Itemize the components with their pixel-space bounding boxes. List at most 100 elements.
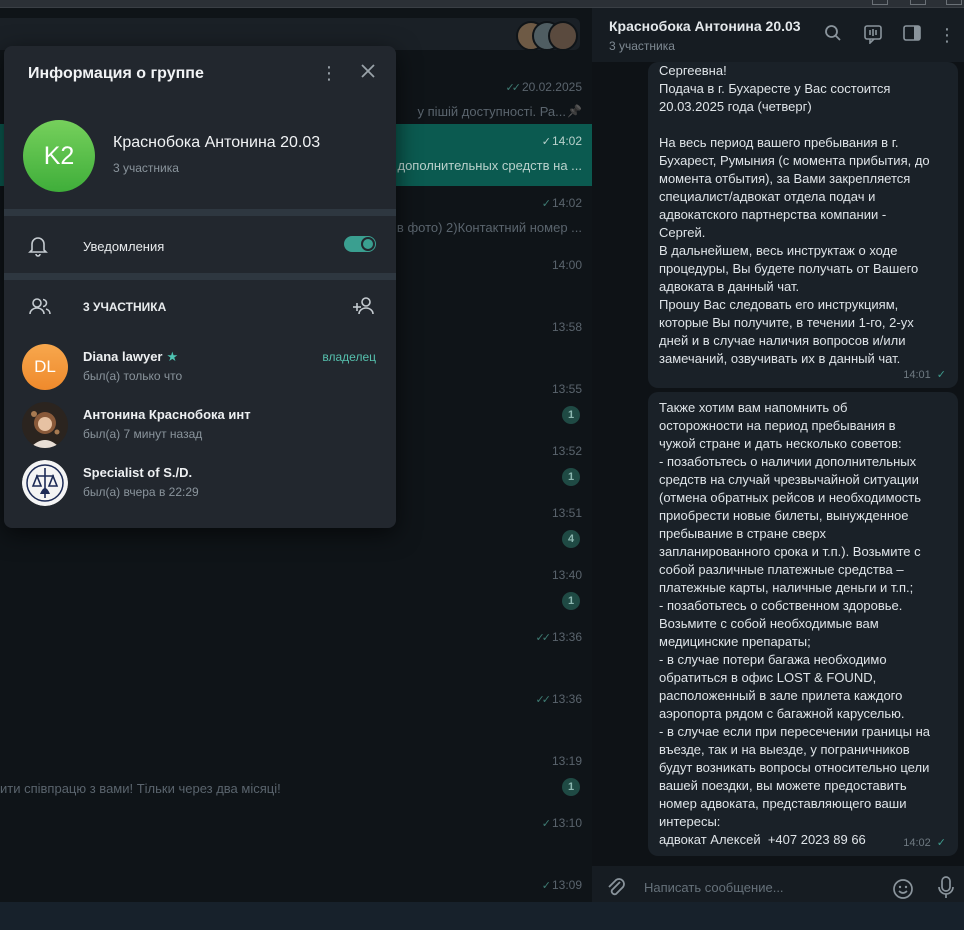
divider: [4, 209, 396, 216]
maximize-icon[interactable]: [910, 0, 926, 5]
video-chat-icon[interactable]: [862, 24, 884, 46]
chat-header[interactable]: Краснобока Антонина 20.03 3 участника ⋮: [592, 8, 964, 62]
check-icon: ✓: [541, 818, 551, 830]
chat-time-text: 13:19: [551, 754, 582, 768]
story-avatar[interactable]: [548, 21, 578, 51]
chat-preview: в фото) 2)Контактний номер ...: [396, 220, 582, 235]
emoji-icon[interactable]: [892, 878, 914, 905]
chat-time-text: 13:51: [551, 506, 582, 520]
member-status: был(а) только что: [83, 369, 183, 383]
more-vertical-icon[interactable]: ⋮: [320, 63, 338, 83]
chat-time-text: 13:40: [551, 568, 582, 582]
chat-time: ✓ 13:09: [542, 878, 582, 892]
member-status: был(а) вчера в 22:29: [83, 485, 199, 499]
chat-time: 14:00: [552, 258, 582, 272]
search-icon[interactable]: [822, 24, 844, 46]
attach-icon[interactable]: [606, 876, 626, 904]
message-bubble[interactable]: Также хотим вам напомнить об осторожност…: [648, 392, 958, 856]
double-check-icon: ✓✓: [505, 82, 522, 94]
unread-badge: 1: [562, 406, 580, 424]
double-check-icon: ✓✓: [535, 694, 552, 706]
unread-badge: 1: [562, 468, 580, 486]
chat-preview: дополнительных средств на ...: [397, 158, 582, 173]
notifications-toggle[interactable]: [344, 236, 376, 252]
check-icon: ✓: [541, 880, 551, 892]
chat-time: ✓✓ 13:36: [536, 692, 582, 706]
avatar[interactable]: [22, 402, 68, 448]
chat-list-item[interactable]: ✓ 13:10: [0, 806, 592, 868]
member-row[interactable]: Антонина Краснобока инт был(а) 7 минут н…: [4, 402, 396, 458]
chat-time: 13:58: [552, 320, 582, 334]
message-text: Также хотим вам напомнить об осторожност…: [659, 400, 931, 847]
member-row[interactable]: Specialist of S./D. был(а) вчера в 22:29: [4, 460, 396, 516]
chat-time: 13:52: [552, 444, 582, 458]
chat-time: ✓✓ 13:36: [536, 630, 582, 644]
chat-time-text: 14:02: [551, 196, 582, 210]
message-meta: 14:01 ✓: [903, 366, 946, 384]
members-icon: [28, 296, 52, 318]
chat-time-text: 13:52: [551, 444, 582, 458]
member-role: владелец: [322, 350, 376, 364]
pin-icon: 📌: [567, 104, 582, 118]
chat-list-item[interactable]: ✓ 13:09: [0, 868, 592, 930]
check-icon: ✓: [541, 198, 551, 210]
chat-time-text: 14:00: [551, 258, 582, 272]
group-name: Краснобока Антонина 20.03: [113, 134, 321, 151]
chat-time: ✓ 14:02: [542, 196, 582, 210]
chat-list-item[interactable]: 13:19 1: [0, 744, 592, 806]
avatar[interactable]: [22, 460, 68, 506]
chat-time-text: 13:10: [551, 816, 582, 830]
divider: [4, 273, 396, 280]
chat-time-text: 13:36: [551, 692, 582, 706]
group-avatar[interactable]: K2: [23, 120, 95, 192]
stories-avatars[interactable]: [516, 20, 578, 51]
minimize-icon[interactable]: [872, 0, 888, 5]
dialog-title: Информация о группе: [28, 65, 204, 82]
member-name: Diana lawyer: [83, 349, 163, 364]
member-status: был(а) 7 минут назад: [83, 427, 203, 441]
chat-time: 13:40: [552, 568, 582, 582]
chat-time: 13:19: [552, 754, 582, 768]
close-window-icon[interactable]: [946, 0, 962, 5]
chat-title[interactable]: Краснобока Антонина 20.03: [609, 18, 801, 34]
chat-time: ✓✓ 20.02.2025: [506, 80, 583, 94]
check-icon: ✓: [541, 136, 551, 148]
message-bubble[interactable]: Сергеевна! Подача в г. Бухаресте у Вас с…: [648, 62, 958, 388]
chat-time-text: 13:36: [551, 630, 582, 644]
chat-time: 13:51: [552, 506, 582, 520]
chat-list-item[interactable]: ✓✓ 13:36: [0, 620, 592, 682]
add-member-icon[interactable]: [352, 295, 376, 317]
sidebar-toggle-icon[interactable]: [901, 24, 923, 46]
message-meta: 14:02 ✓: [903, 834, 946, 852]
chat-time-text: 13:55: [551, 382, 582, 396]
unread-badge: 1: [562, 778, 580, 796]
members-header: 3 УЧАСТНИКА: [83, 300, 167, 314]
message-time: 14:02: [903, 837, 931, 849]
chat-preview-snippet: ити співпрацю з вами! Тільки через два м…: [0, 781, 281, 796]
member-name: Specialist of S./D.: [83, 465, 193, 480]
bell-icon: [28, 235, 50, 257]
more-vertical-icon[interactable]: ⋮: [936, 24, 958, 46]
chat-time-text: 13:09: [551, 878, 582, 892]
microphone-icon[interactable]: [938, 876, 954, 905]
chat-list-item[interactable]: 13:40 1: [0, 558, 592, 620]
message-composer[interactable]: Написать сообщение...: [592, 866, 964, 902]
read-check-icon: ✓: [936, 369, 946, 381]
chat-time-text: 13:58: [551, 320, 582, 334]
message-input[interactable]: Написать сообщение...: [644, 880, 784, 895]
chat-time-text: 14:02: [551, 134, 582, 148]
chat-pane: Краснобока Антонина 20.03 3 участника ⋮ …: [592, 8, 964, 902]
chat-preview: у пішій доступності. Ра...: [417, 104, 566, 119]
avatar[interactable]: DL: [22, 344, 68, 390]
member-row[interactable]: DL Diana lawyer ★ был(а) только что владе…: [4, 344, 396, 400]
chat-time: 13:55: [552, 382, 582, 396]
chat-time: ✓ 13:10: [542, 816, 582, 830]
close-icon[interactable]: [358, 62, 378, 82]
notifications-label: Уведомления: [83, 239, 165, 254]
chat-list-item[interactable]: ✓✓ 13:36: [0, 682, 592, 744]
message-time: 14:01: [903, 369, 931, 381]
window-titlebar: [0, 0, 964, 8]
group-members-count: 3 участника: [113, 161, 179, 175]
member-name: Антонина Краснобока инт: [83, 407, 251, 422]
unread-badge: 1: [562, 592, 580, 610]
